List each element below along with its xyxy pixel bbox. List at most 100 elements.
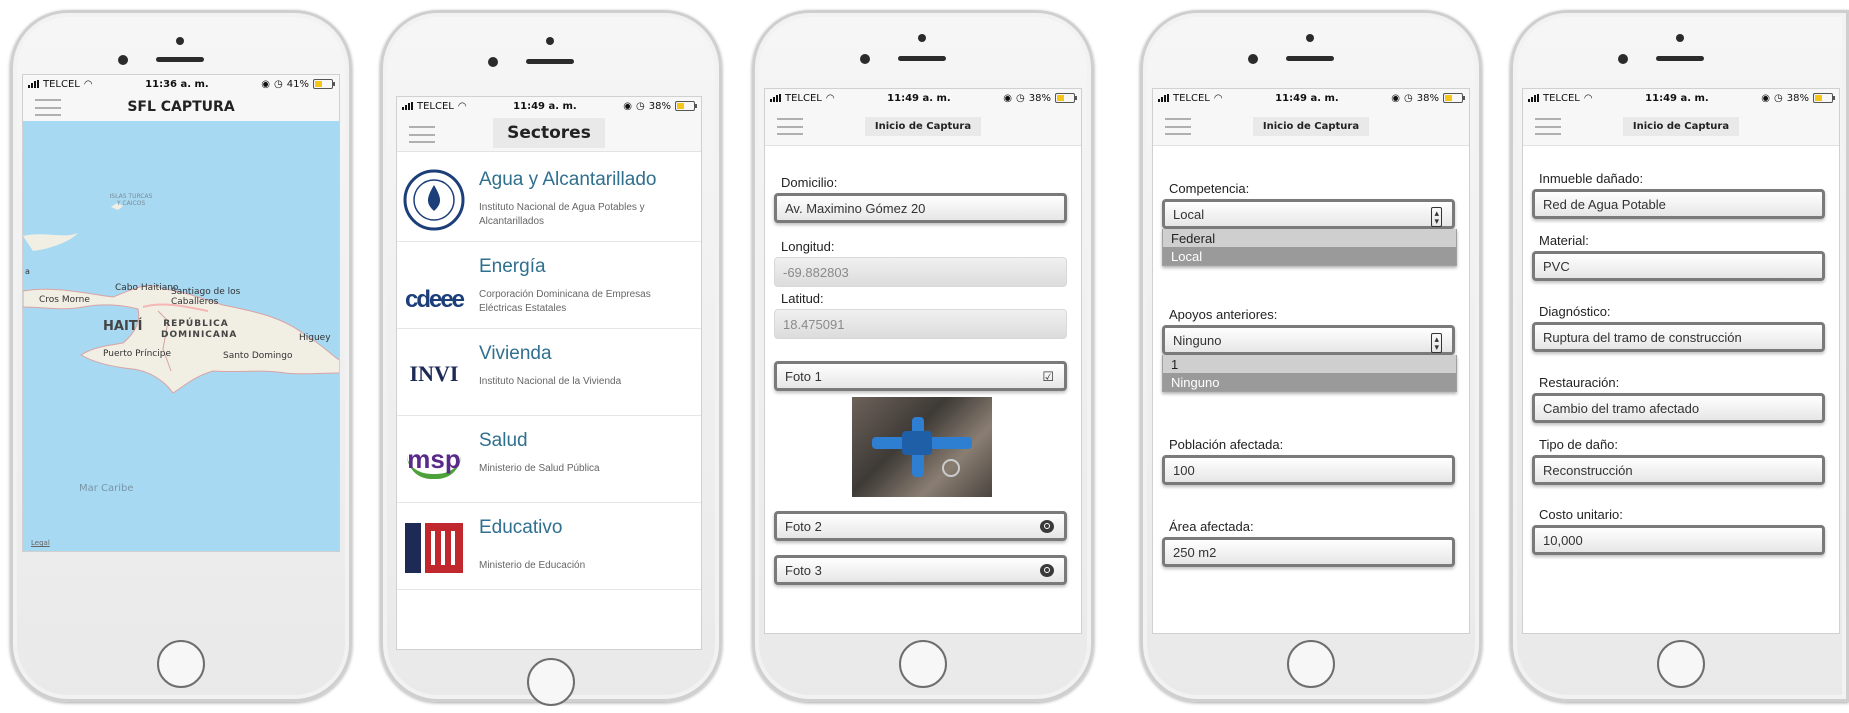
map-label-mar-caribe: Mar Caribe [79, 483, 134, 494]
area-label: Área afectada: [1169, 519, 1254, 534]
proximity-sensor [1618, 54, 1628, 64]
front-camera [176, 37, 184, 45]
hamburger-menu-icon[interactable] [777, 118, 803, 135]
wifi-icon: ◠ [83, 78, 93, 90]
hamburger-menu-icon[interactable] [35, 99, 61, 116]
alarm-icon: ◷ [636, 100, 645, 112]
phone-captura-2: TELCEL ◠ 11:49 a. m. ◉ ◷ 38% Inicio de Capt… [1140, 10, 1482, 702]
restauracion-value: Cambio del tramo afectado [1543, 400, 1700, 416]
wifi-icon: ◠ [1213, 92, 1223, 104]
wifi-icon: ◠ [1583, 92, 1593, 104]
competencia-options: Federal Local [1162, 229, 1457, 266]
sector-item-energia[interactable]: cdeee Energía Corporación Dominicana de … [397, 242, 701, 329]
competencia-select[interactable]: Local ▴ ▾ [1162, 199, 1455, 229]
option-federal[interactable]: Federal [1163, 229, 1456, 247]
map-legal-link[interactable]: Legal [31, 539, 50, 547]
battery-percent: 38% [1028, 92, 1051, 104]
domicilio-field[interactable]: Av. Maximino Gómez 20 [774, 193, 1067, 223]
option-local[interactable]: Local [1163, 247, 1456, 265]
costo-field[interactable]: 10,000 [1532, 525, 1825, 555]
home-button[interactable] [1657, 640, 1705, 688]
hamburger-menu-icon[interactable] [1165, 118, 1191, 135]
phone-captura-3: TELCEL ◠ 11:49 a. m. ◉ ◷ 38% Inicio de Capt… [1510, 10, 1849, 702]
sector-desc: Ministerio de Salud Pública [479, 463, 600, 474]
map-view[interactable]: ISLAS TURCAS Y CAICOS a Cabo Haitiano Sa… [23, 121, 339, 551]
foto1-label: Foto 1 [785, 368, 822, 384]
inapa-logo-icon [403, 169, 465, 231]
material-value: PVC [1543, 258, 1570, 274]
longitud-label: Longitud: [781, 239, 835, 254]
apoyos-select[interactable]: Ninguno ▴ ▾ [1162, 325, 1455, 355]
foto1-field[interactable]: Foto 1 ☑ [774, 361, 1067, 391]
map-label-higuey: Higuey [299, 333, 331, 343]
home-button[interactable] [527, 658, 575, 706]
signal-icon [1158, 94, 1169, 102]
camera-icon[interactable] [1040, 520, 1054, 533]
signal-icon [402, 102, 413, 110]
invi-logo-text: INVI [409, 361, 459, 386]
sector-item-vivienda[interactable]: INVI Vivienda Instituto Nacional de la V… [397, 329, 701, 416]
inmueble-label: Inmueble dañado: [1539, 171, 1644, 186]
poblacion-field[interactable]: 100 [1162, 455, 1455, 485]
screen: TELCEL ◠ 11:49 a. m. ◉ ◷ 38% Inicio de Capt… [764, 88, 1082, 634]
location-icon: ◉ [623, 100, 633, 112]
select-stepper-icon[interactable]: ▴ ▾ [1431, 333, 1442, 353]
status-bar: TELCEL ◠ 11:49 a. m. ◉ ◷ 38% [397, 97, 701, 115]
option-ninguno[interactable]: Ninguno [1163, 373, 1456, 391]
cdeee-logo-text: cdeee [404, 286, 465, 313]
diagnostico-field[interactable]: Ruptura del tramo de construcción [1532, 322, 1825, 352]
status-bar: TELCEL ◠ 11:49 a. m. ◉ ◷ 38% [765, 89, 1081, 107]
phone-map: TELCEL ◠ 11:36 a. m. ◉ ◷ 41% SFL CAPTURA IS… [10, 10, 352, 702]
hamburger-menu-icon[interactable] [1535, 118, 1561, 135]
alarm-icon: ◷ [1774, 92, 1783, 104]
foto3-field[interactable]: Foto 3 [774, 555, 1067, 585]
screen: TELCEL ◠ 11:36 a. m. ◉ ◷ 41% SFL CAPTURA IS… [22, 74, 340, 552]
longitud-field: -69.882803 [774, 257, 1067, 287]
carrier-label: TELCEL [785, 92, 822, 104]
camera-icon[interactable] [1040, 564, 1054, 577]
earpiece-speaker [1656, 56, 1704, 61]
foto2-field[interactable]: Foto 2 [774, 511, 1067, 541]
sector-desc: Instituto Nacional de Agua Potables y Al… [479, 202, 645, 227]
carrier-label: TELCEL [1173, 92, 1210, 104]
map-label-edge: a [25, 267, 30, 276]
map-label-rep-dom: REPÚBLICA DOMINICANA [161, 319, 238, 340]
poblacion-value: 100 [1173, 462, 1195, 478]
home-button[interactable] [1287, 640, 1335, 688]
restauracion-field[interactable]: Cambio del tramo afectado [1532, 393, 1825, 423]
select-stepper-icon[interactable]: ▴ ▾ [1431, 207, 1442, 227]
option-1[interactable]: 1 [1163, 355, 1456, 373]
battery-fill [1445, 95, 1452, 101]
sector-item-educativo[interactable]: Educativo Ministerio de Educación [397, 503, 701, 590]
inmueble-field[interactable]: Red de Agua Potable [1532, 189, 1825, 219]
checkbox-icon[interactable]: ☑ [1042, 369, 1054, 385]
phone-captura-1: TELCEL ◠ 11:49 a. m. ◉ ◷ 38% Inicio de Capt… [752, 10, 1094, 702]
area-field[interactable]: 250 m2 [1162, 537, 1455, 567]
home-button[interactable] [899, 640, 947, 688]
msp-logo-icon: msp [403, 430, 465, 492]
sector-item-salud[interactable]: msp Salud Ministerio de Salud Pública [397, 416, 701, 503]
alarm-icon: ◷ [274, 78, 283, 90]
home-button[interactable] [157, 640, 205, 688]
page-title: Inicio de Captura [1622, 116, 1740, 136]
carrier-label: TELCEL [417, 100, 454, 112]
foto2-label: Foto 2 [785, 518, 822, 534]
alarm-icon: ◷ [1016, 92, 1025, 104]
competencia-value: Local [1173, 206, 1205, 222]
earpiece-speaker [1286, 56, 1334, 61]
diagnostico-label: Diagnóstico: [1539, 304, 1611, 319]
alarm-icon: ◷ [1404, 92, 1413, 104]
sector-item-agua[interactable]: Agua y Alcantarillado Instituto Nacional… [397, 155, 701, 242]
status-time: 11:49 a. m. [1275, 92, 1339, 104]
apoyos-label: Apoyos anteriores: [1169, 307, 1278, 322]
location-icon: ◉ [1003, 92, 1013, 104]
material-field[interactable]: PVC [1532, 251, 1825, 281]
restauracion-label: Restauración: [1539, 375, 1620, 390]
screen: TELCEL ◠ 11:49 a. m. ◉ ◷ 38% Inicio de Capt… [1522, 88, 1840, 634]
front-camera [1306, 34, 1314, 42]
tipo-field[interactable]: Reconstrucción [1532, 455, 1825, 485]
diagnostico-value: Ruptura del tramo de construcción [1543, 329, 1742, 345]
screen: TELCEL ◠ 11:49 a. m. ◉ ◷ 38% Inicio de Capt… [1152, 88, 1470, 634]
hamburger-menu-icon[interactable] [409, 126, 435, 143]
map-label-cros-morne: Cros Morne [39, 295, 90, 305]
